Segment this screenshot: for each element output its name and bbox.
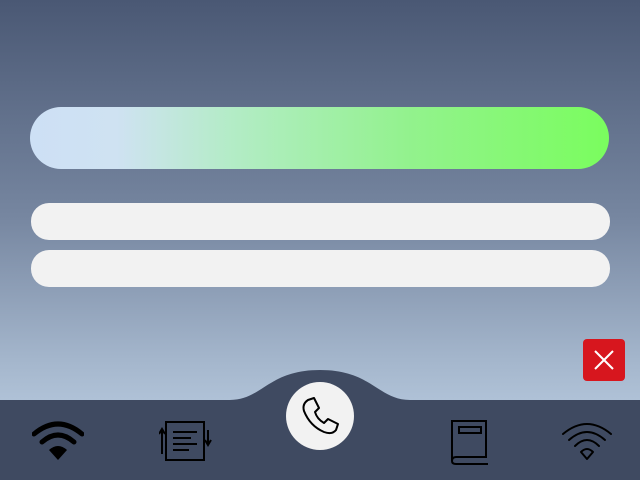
text-field-1[interactable] xyxy=(31,203,610,240)
progress-bar xyxy=(30,107,609,169)
call-button[interactable] xyxy=(286,382,354,450)
sort-list-icon[interactable] xyxy=(159,418,213,464)
wifi-filled-icon[interactable] xyxy=(32,420,84,462)
wifi-outline-icon[interactable] xyxy=(561,420,613,462)
phone-icon xyxy=(302,397,339,435)
book-icon[interactable] xyxy=(448,417,490,467)
text-field-2[interactable] xyxy=(31,250,610,287)
